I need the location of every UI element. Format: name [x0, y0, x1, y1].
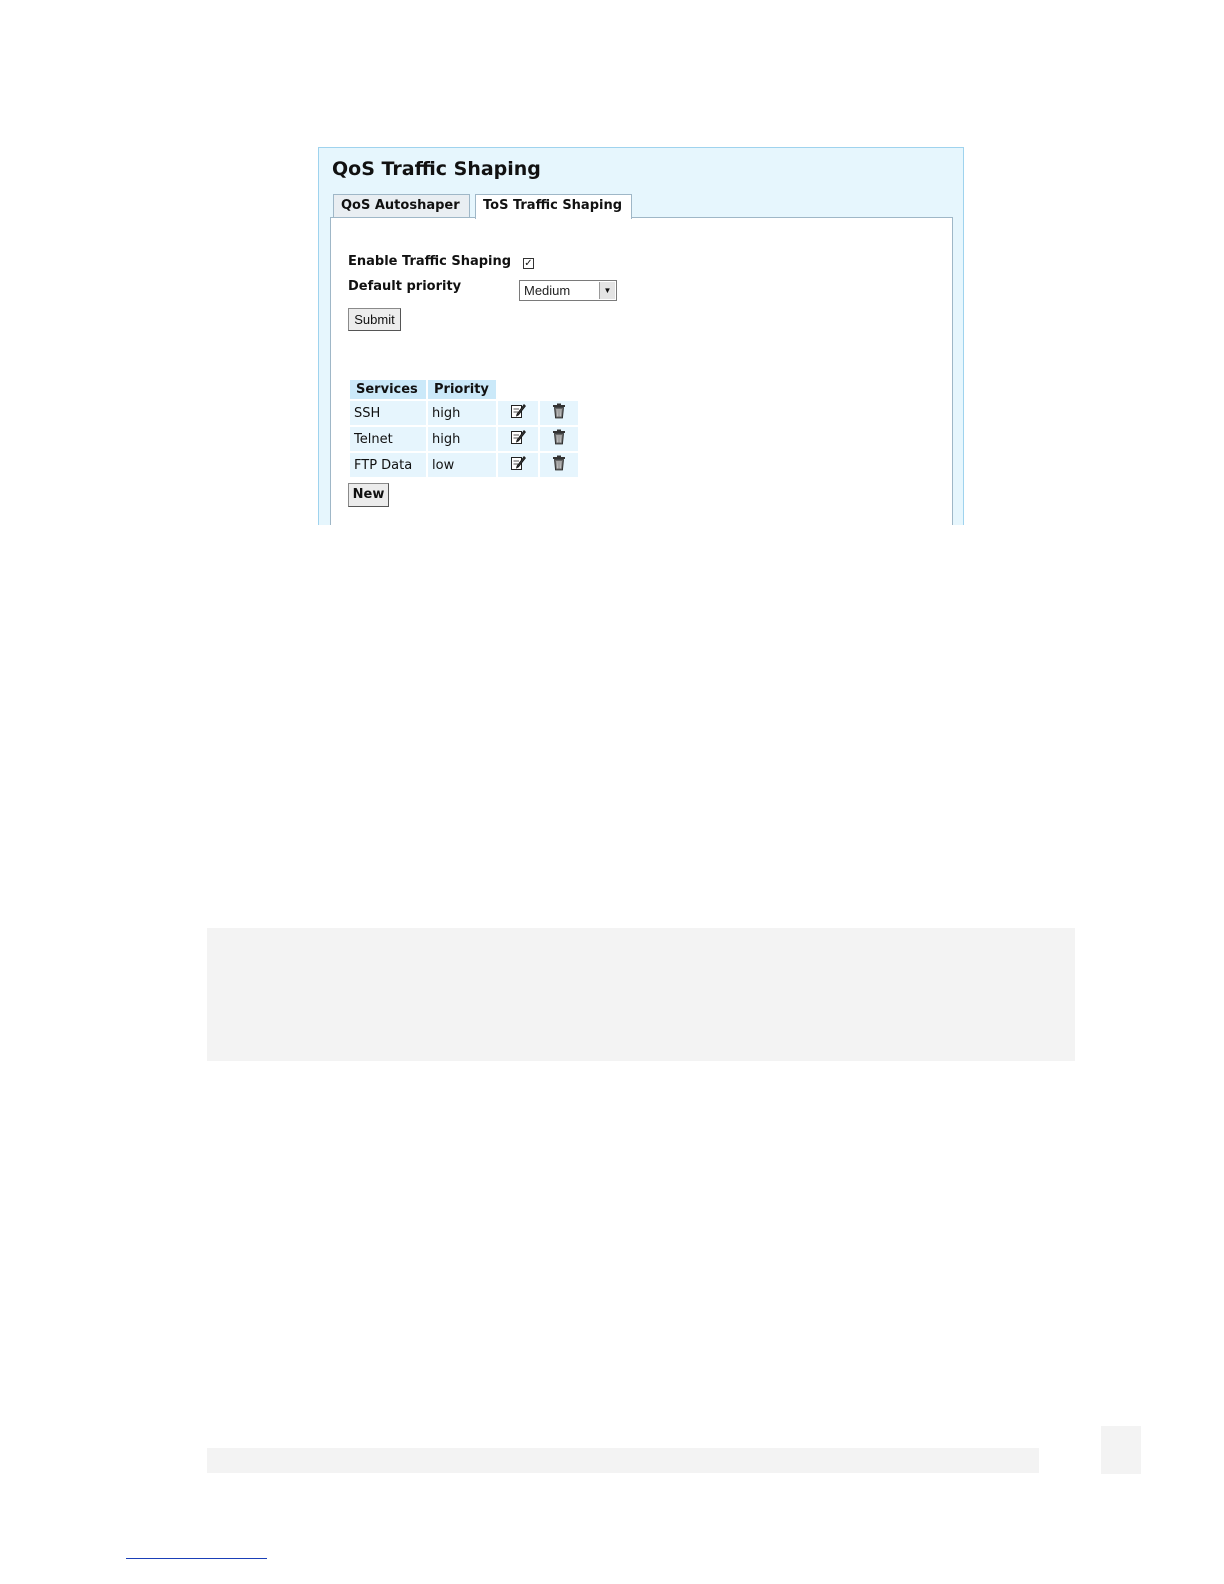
delete-cell: [540, 453, 578, 477]
footer-bar: [207, 1448, 1039, 1473]
priority-cell: low: [428, 453, 496, 477]
default-priority-value: Medium: [524, 283, 571, 298]
services-table: Services Priority SSH high Telnet high F…: [348, 378, 580, 479]
submit-button[interactable]: Submit: [348, 308, 401, 331]
table-row: FTP Data low: [350, 453, 578, 477]
table-header-row: Services Priority: [350, 380, 578, 399]
table-row: Telnet high: [350, 427, 578, 451]
edit-icon[interactable]: [510, 429, 526, 449]
trash-icon[interactable]: [552, 455, 566, 475]
priority-header: Priority: [428, 380, 496, 399]
chevron-down-icon: ▼: [599, 282, 615, 299]
service-cell: Telnet: [350, 427, 426, 451]
new-button[interactable]: New: [348, 483, 389, 507]
service-cell: SSH: [350, 401, 426, 425]
priority-cell: high: [428, 427, 496, 451]
tab-tos-traffic-shaping[interactable]: ToS Traffic Shaping: [475, 194, 632, 219]
tab-qos-autoshaper[interactable]: QoS Autoshaper: [333, 194, 470, 218]
tab-panel: Enable Traffic Shaping ✓ Default priorit…: [330, 217, 953, 525]
enable-traffic-shaping-checkbox[interactable]: ✓: [523, 258, 534, 269]
services-header: Services: [350, 380, 426, 399]
page-number-box: [1101, 1426, 1141, 1474]
default-priority-label: Default priority: [348, 279, 462, 294]
shaded-block: [207, 928, 1075, 1061]
default-priority-select[interactable]: Medium ▼: [519, 280, 617, 301]
priority-cell: high: [428, 401, 496, 425]
page-title: QoS Traffic Shaping: [332, 158, 541, 180]
delete-cell: [540, 427, 578, 451]
trash-icon[interactable]: [552, 429, 566, 449]
edit-cell: [498, 453, 538, 477]
enable-traffic-shaping-label: Enable Traffic Shaping: [348, 254, 512, 269]
qos-traffic-shaping-screenshot: QoS Traffic Shaping QoS Autoshaper ToS T…: [318, 147, 964, 525]
edit-icon[interactable]: [510, 455, 526, 475]
delete-cell: [540, 401, 578, 425]
footer-rule: [126, 1558, 267, 1559]
service-cell: FTP Data: [350, 453, 426, 477]
table-row: SSH high: [350, 401, 578, 425]
trash-icon[interactable]: [552, 403, 566, 423]
edit-cell: [498, 401, 538, 425]
edit-icon[interactable]: [510, 403, 526, 423]
edit-cell: [498, 427, 538, 451]
